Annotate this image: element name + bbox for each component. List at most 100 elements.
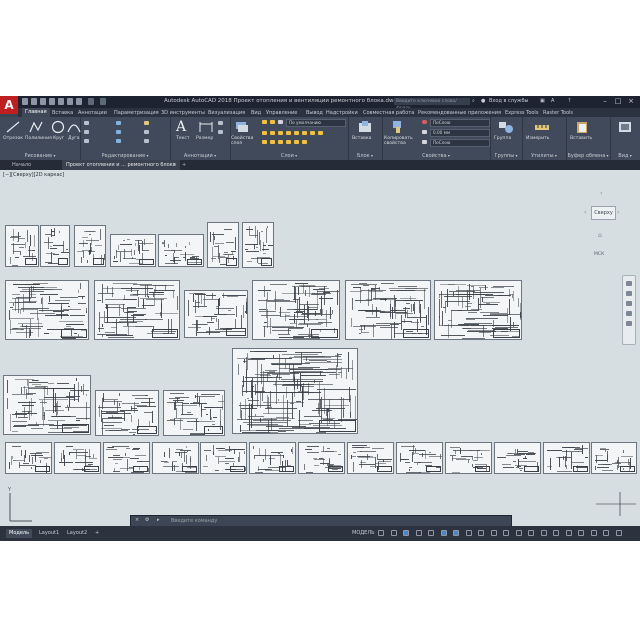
tab-home[interactable]: Главная [22,108,50,117]
cart-icon[interactable]: ▣ [540,98,545,104]
color-icon[interactable] [422,120,427,124]
layer-match-icon[interactable] [278,131,283,135]
pan-icon[interactable] [626,291,632,296]
line-icon[interactable] [5,120,21,134]
isolate-icon[interactable] [578,530,584,536]
polyline-button[interactable]: Полилиния [25,136,52,141]
group-button[interactable]: Группа [494,136,511,141]
layer-iso-icon[interactable] [262,131,267,135]
copy-icon[interactable] [84,130,89,134]
grid-icon[interactable] [378,530,384,536]
leader-icon[interactable] [218,121,223,125]
command-close-icon[interactable]: × [135,517,139,523]
close-button[interactable]: × [626,97,636,106]
tab-drawing[interactable]: Проект отопления и ... ремонтного блока [62,160,180,170]
print-icon[interactable] [76,98,82,105]
tab-view[interactable]: Вид [251,110,261,116]
tab-insert[interactable]: Вставка [52,110,73,116]
viewcube[interactable]: Сверху [591,206,616,220]
layer-change-icon[interactable] [302,140,307,144]
offset-icon[interactable] [144,139,149,143]
close-tab-icon[interactable]: × [172,162,176,168]
block-panel-label[interactable]: Блок [348,153,382,159]
erase-icon[interactable] [144,121,149,125]
utilities-panel-label[interactable]: Утилиты [522,153,566,159]
redo-icon[interactable] [100,98,106,105]
annotation-panel-label[interactable]: Аннотации [170,153,230,159]
transparency-icon[interactable] [478,530,484,536]
otrack-icon[interactable] [453,530,459,536]
lineweight-dropdown[interactable]: 0.00 мм [430,129,490,137]
stretch-icon[interactable] [84,139,89,143]
units-icon[interactable] [540,530,547,536]
web-icon[interactable] [67,98,73,105]
tab-express-tools[interactable]: Express Tools [505,110,538,116]
match-properties-button[interactable]: Копировать свойства [384,136,418,146]
linetype-icon[interactable] [422,140,427,144]
tab-3d-tools[interactable]: 3D инструменты [161,110,205,116]
tab-render[interactable]: Визуализация [208,110,245,116]
viewcube-home-icon[interactable]: ⌂ [598,232,602,239]
layer-thaw-icon[interactable] [310,131,315,135]
layer-dropdown[interactable]: По умолчанию [286,119,346,127]
lineweight-icon[interactable] [422,130,427,134]
insert-block-icon[interactable] [357,120,373,134]
scale-icon[interactable] [116,139,121,143]
clean-screen-icon[interactable] [603,530,609,536]
color-dropdown[interactable]: ПоСлою [430,119,490,127]
insert-block-button[interactable]: Вставка [352,136,371,141]
save-as-icon[interactable] [49,98,55,105]
tab-raster-tools[interactable]: Raster Tools [543,110,573,116]
selection-cycling-icon[interactable] [490,530,497,536]
properties-panel-label[interactable]: Свойства [382,153,490,159]
wcs-menu[interactable]: МСК [594,252,604,257]
steering-wheel-icon[interactable] [626,281,632,286]
tab-featured-apps[interactable]: Рекомендованные приложения [418,110,501,116]
layer-prev-icon[interactable] [286,131,291,135]
tab-output[interactable]: Вывод [306,110,323,116]
polar-icon[interactable] [415,530,422,536]
viewport-label[interactable]: [−][Сверху][2D каркас] [3,172,64,178]
viewcube-arrow-right-icon[interactable]: › [617,209,619,216]
lock-ui-icon[interactable] [565,530,572,536]
group-icon[interactable] [498,120,514,134]
layer-unlock-icon[interactable] [318,131,323,135]
layer-properties-button[interactable]: Свойства слоя [231,136,257,146]
measure-button[interactable]: Измерить [526,136,549,141]
new-icon[interactable] [22,98,28,105]
maximize-button[interactable]: □ [613,97,623,106]
circle-icon[interactable] [50,120,66,134]
viewcube-arrow-left-icon[interactable]: ‹ [584,209,586,216]
mirror-icon[interactable] [116,130,121,134]
text-icon[interactable]: A [176,120,192,134]
layer-uniso-icon[interactable] [270,131,275,135]
rotate-icon[interactable] [116,121,121,125]
layer-state-icon[interactable] [286,140,291,144]
osnap-icon[interactable] [440,530,447,536]
tab-annotate[interactable]: Аннотации [78,110,107,116]
open-icon[interactable] [31,98,37,105]
ortho-icon[interactable] [403,530,409,536]
add-tab-icon[interactable]: + [182,162,186,168]
annotation-monitor-icon[interactable] [528,530,534,536]
user-icon[interactable]: ● [481,98,485,104]
arc-button[interactable]: Дуга [68,136,80,141]
match-properties-icon[interactable] [390,120,406,134]
annotation-scale-icon[interactable] [503,530,509,536]
viewcube-arrow-up-icon[interactable]: ‹ [600,190,602,197]
explode-icon[interactable] [144,130,149,134]
workspace-icon[interactable] [515,530,522,536]
tab-parametric[interactable]: Параметризация [114,110,159,116]
draw-panel-label[interactable]: Рисование [0,153,80,159]
layer-on-icon[interactable] [262,120,267,124]
line-button[interactable]: Отрезок [3,136,23,141]
search-icon[interactable]: ⌕ [472,98,475,104]
layer-freeze-icon[interactable] [270,120,275,124]
paste-icon[interactable] [574,120,590,134]
save-icon[interactable] [40,98,46,105]
clipboard-panel-label[interactable]: Буфер обмена [566,153,610,159]
customization-icon[interactable] [615,530,622,536]
measure-icon[interactable] [534,120,550,134]
orbit-icon[interactable] [626,311,632,316]
dimension-button[interactable]: Размер [196,136,213,141]
